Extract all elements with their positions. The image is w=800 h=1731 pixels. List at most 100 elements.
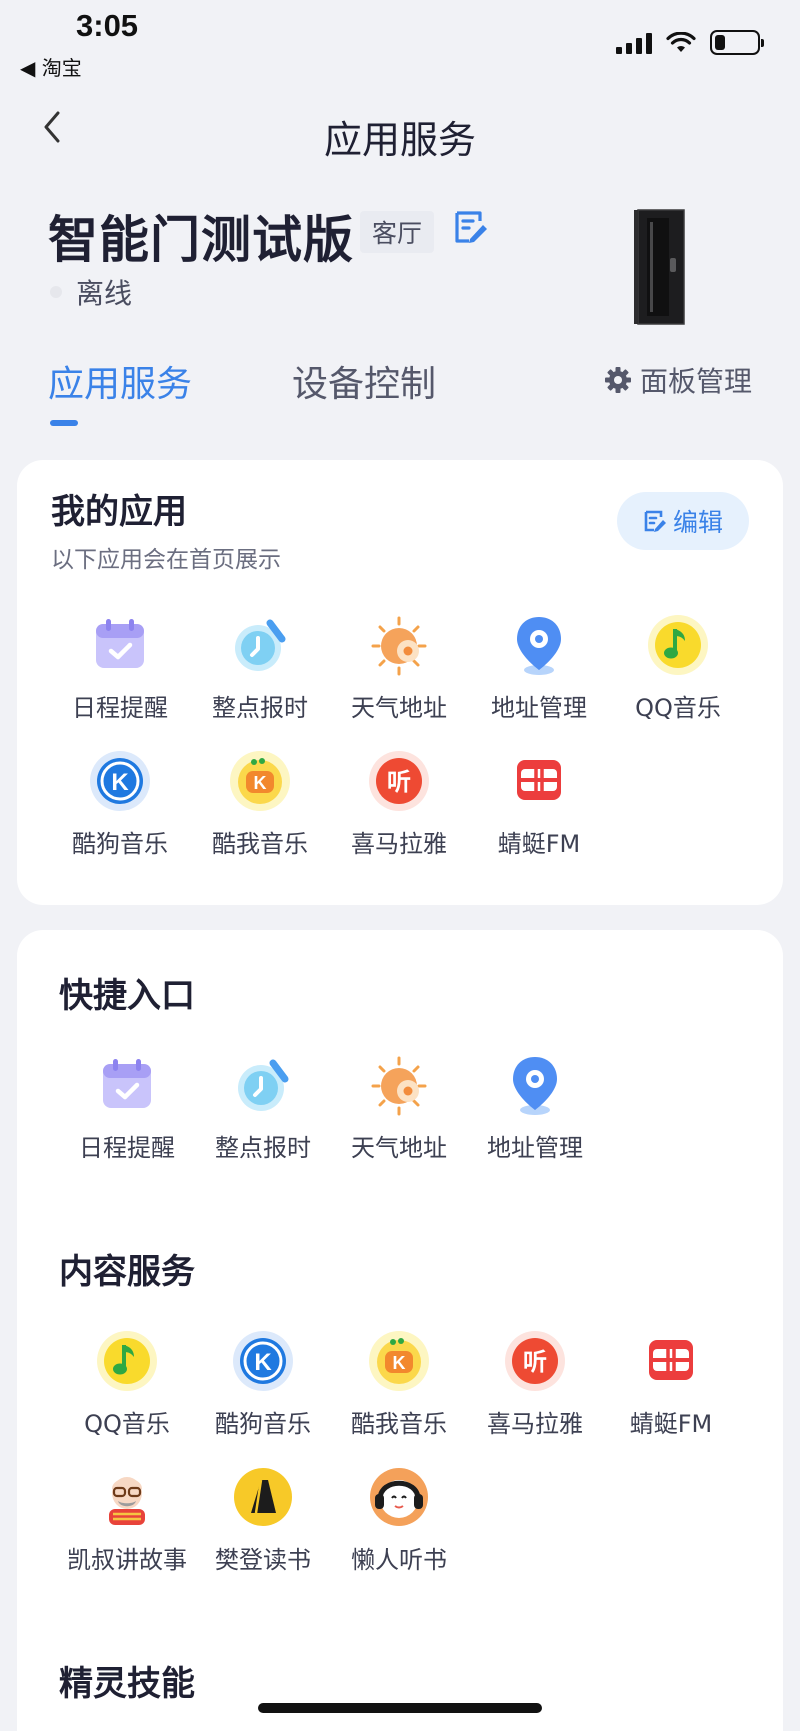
app-item[interactable]: 樊登读书 <box>193 1464 333 1575</box>
app-item[interactable]: 蜻蜓FM <box>469 748 609 859</box>
app-item[interactable]: K 酷我音乐 <box>329 1328 469 1439</box>
edit-apps-label: 编辑 <box>672 508 723 537</box>
services-card: 快捷入口 日程提醒 整点报时 天气地址 地址管理 内容服务 QQ音乐 K 酷狗音乐 K 酷我音… <box>17 930 783 1731</box>
app-label: 整点报时 <box>212 694 308 722</box>
app-label: 日程提醒 <box>72 694 168 722</box>
calendar-icon <box>103 1059 151 1108</box>
status-time: 3:05 <box>76 8 139 43</box>
qq-music-icon <box>648 615 708 675</box>
qingting-fm-icon <box>517 760 561 800</box>
kuwo-icon: K <box>369 1331 429 1391</box>
location-pin-icon <box>517 617 561 675</box>
lanren-icon <box>370 1468 428 1526</box>
app-item[interactable]: 日程提醒 <box>50 612 190 723</box>
app-label: 凯叔讲故事 <box>67 1546 187 1574</box>
tab-app-services[interactable]: 应用服务 <box>48 355 192 407</box>
app-item[interactable]: 天气地址 <box>329 612 469 723</box>
status-bar: 3:05 ◀ 淘宝 <box>0 0 800 80</box>
device-status: 离线 <box>76 277 133 310</box>
app-item[interactable]: K 酷狗音乐 <box>50 748 190 859</box>
panel-manage-label: 面板管理 <box>639 365 752 398</box>
edit-name-icon[interactable] <box>452 209 490 245</box>
app-item[interactable]: 听喜马拉雅 <box>465 1328 605 1439</box>
home-indicator <box>258 1703 542 1713</box>
app-label: 日程提醒 <box>79 1134 175 1162</box>
svg-text:K: K <box>254 773 267 793</box>
app-label: 樊登读书 <box>215 1546 311 1574</box>
shortcuts-title: 快捷入口 <box>59 976 195 1016</box>
app-label: 蜻蜓FM <box>497 830 581 858</box>
app-item[interactable]: 懒人听书 <box>329 1464 469 1575</box>
status-dot <box>50 286 62 298</box>
app-label: 酷狗音乐 <box>215 1410 311 1438</box>
edit-icon <box>644 510 666 532</box>
calendar-icon <box>96 619 144 668</box>
svg-text:听: 听 <box>387 768 411 796</box>
gear-icon <box>604 367 631 393</box>
svg-text:听: 听 <box>523 1348 547 1376</box>
clock-icon <box>235 619 286 671</box>
app-item[interactable]: 日程提醒 <box>57 1052 197 1163</box>
app-label: 天气地址 <box>351 694 447 722</box>
app-item[interactable]: QQ音乐 <box>608 612 748 723</box>
app-item[interactable]: 天气地址 <box>329 1052 469 1163</box>
kugou-icon: K <box>90 751 150 811</box>
app-label: 酷我音乐 <box>212 830 308 858</box>
app-item[interactable]: 凯叔讲故事 <box>57 1464 197 1575</box>
svg-text:K: K <box>393 1353 406 1373</box>
my-apps-subtitle: 以下应用会在首页展示 <box>51 547 281 573</box>
weather-icon <box>371 1056 427 1116</box>
app-label: 喜马拉雅 <box>351 830 447 858</box>
kuwo-icon: K <box>230 751 290 811</box>
clock-icon <box>238 1059 289 1111</box>
app-item[interactable]: 蜻蜓FM <box>601 1328 741 1439</box>
svg-text:K: K <box>111 769 129 796</box>
app-item[interactable]: 地址管理 <box>465 1052 605 1163</box>
my-apps-card: 我的应用 以下应用会在首页展示 编辑 日程提醒 整点报时 天气地址 地址管理 QQ音乐 K… <box>17 460 783 905</box>
edit-apps-button[interactable]: 编辑 <box>617 492 749 550</box>
ximalaya-icon: 听 <box>369 751 429 811</box>
app-label: 整点报时 <box>215 1134 311 1162</box>
app-label: QQ音乐 <box>635 694 721 722</box>
active-tab-indicator <box>50 420 78 426</box>
panel-manage-button[interactable]: 面板管理 <box>604 360 752 400</box>
weather-icon <box>371 616 427 676</box>
back-to-app-link[interactable]: ◀ 淘宝 <box>20 52 82 81</box>
content-services-title: 内容服务 <box>59 1252 195 1292</box>
page-title: 应用服务 <box>323 118 476 162</box>
app-label: 地址管理 <box>487 1134 583 1162</box>
kugou-icon: K <box>233 1331 293 1391</box>
kaishu-icon <box>109 1477 145 1525</box>
skills-title: 精灵技能 <box>59 1664 195 1704</box>
app-item[interactable]: QQ音乐 <box>57 1328 197 1439</box>
app-label: 天气地址 <box>351 1134 447 1162</box>
app-label: 酷我音乐 <box>351 1410 447 1438</box>
location-pin-icon <box>513 1057 557 1115</box>
app-label: QQ音乐 <box>84 1410 170 1438</box>
qq-music-icon <box>97 1331 157 1391</box>
app-item[interactable]: K 酷狗音乐 <box>193 1328 333 1439</box>
fandeng-icon <box>234 1468 292 1526</box>
nav-bar: 应用服务 <box>0 95 800 175</box>
app-label: 地址管理 <box>491 694 587 722</box>
smart-door-image <box>634 209 685 325</box>
app-item[interactable]: 整点报时 <box>193 1052 333 1163</box>
wifi-icon <box>666 31 696 52</box>
tab-device-control[interactable]: 设备控制 <box>292 355 436 407</box>
app-label: 蜻蜓FM <box>629 1410 713 1438</box>
room-badge: 客厅 <box>360 211 435 253</box>
app-item[interactable]: 整点报时 <box>190 612 330 723</box>
app-label: 酷狗音乐 <box>72 830 168 858</box>
app-label: 喜马拉雅 <box>487 1410 583 1438</box>
ximalaya-icon: 听 <box>505 1331 565 1391</box>
battery-icon <box>710 30 764 55</box>
app-label: 懒人听书 <box>351 1546 447 1574</box>
app-item[interactable]: K 酷我音乐 <box>190 748 330 859</box>
device-name: 智能门测试版 <box>48 211 354 269</box>
app-item[interactable]: 听喜马拉雅 <box>329 748 469 859</box>
svg-text:K: K <box>254 1349 272 1376</box>
cellular-signal-icon <box>616 32 652 54</box>
status-icons <box>616 30 764 55</box>
my-apps-title: 我的应用 <box>51 492 187 532</box>
app-item[interactable]: 地址管理 <box>469 612 609 723</box>
